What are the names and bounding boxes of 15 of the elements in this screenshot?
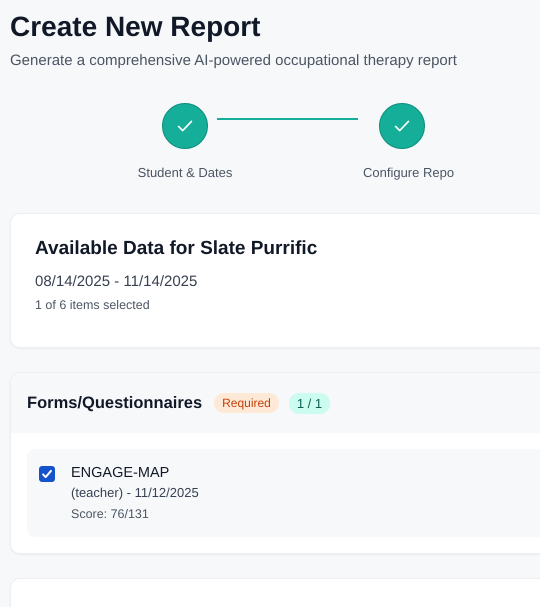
step-label: Configure Repo — [363, 165, 454, 180]
item-score: Score: 76/131 — [71, 507, 150, 521]
data-item[interactable]: ENGAGE-MAP (teacher) - 11/12/2025 Score: 76/131 — [27, 449, 540, 537]
checkbox[interactable] — [39, 466, 55, 482]
step-label: Student & Dates — [138, 165, 232, 180]
summary-title: Available Data for Slate Purrific — [35, 238, 318, 260]
item-name: ENGAGE-MAP — [71, 465, 170, 481]
section-title: Forms/Questionnaires — [27, 394, 202, 412]
count-badge: 1 / 1 — [288, 392, 330, 414]
selection-count: 1 of 6 items selected — [35, 298, 151, 312]
page-title: Create New Report — [10, 10, 262, 44]
required-badge: Required — [214, 393, 279, 413]
page-subtitle: Generate a comprehensive AI-powered occupational therapy report — [10, 52, 458, 69]
date-range: 08/14/2025 - 11/14/2025 — [35, 273, 198, 290]
item-detail: (teacher) - 11/12/2025 — [71, 485, 199, 500]
